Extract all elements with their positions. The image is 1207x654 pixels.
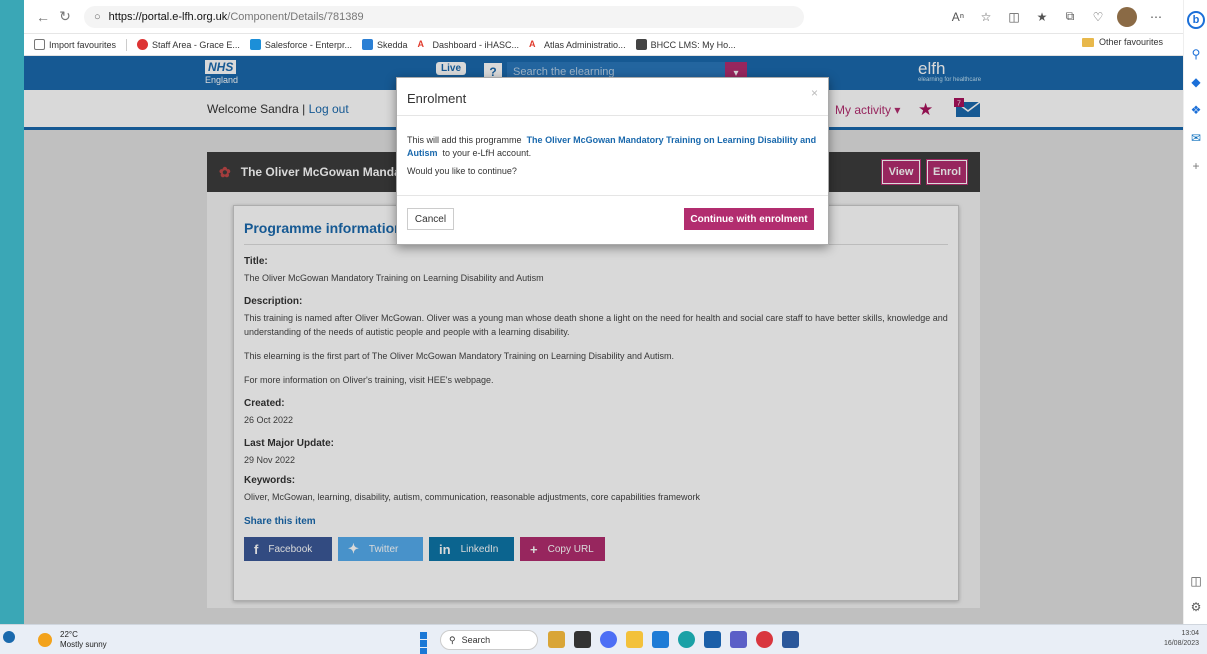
continue-with-enrolment-button[interactable]: Continue with enrolment — [684, 208, 814, 230]
add-icon[interactable]: + — [1184, 152, 1207, 180]
lock-icon: ○ — [94, 10, 101, 23]
file-explorer-icon[interactable] — [626, 631, 643, 648]
weather-text: 22°C Mostly sunny — [60, 630, 107, 650]
other-favourites[interactable]: Other favourites — [1081, 37, 1163, 47]
app-icon[interactable] — [756, 631, 773, 648]
taskbar-search-label: Search — [461, 635, 491, 645]
read-aloud-icon[interactable]: Aⁿ — [949, 8, 967, 26]
more-menu-icon[interactable]: ⋯ — [1147, 8, 1165, 26]
taskbar: 22°C Mostly sunny ⚲ Search 13:04 16/08/2023 — [0, 624, 1207, 654]
app-icon[interactable] — [652, 631, 669, 648]
close-icon[interactable]: × — [811, 86, 818, 100]
browser-toolbar: Aⁿ ☆ ◫ ★ ⧉ ♡ ⋯ — [949, 6, 1199, 27]
favourite-label: Salesforce - Enterpr... — [264, 39, 352, 50]
web-page: NHS England Live ? Search the elearning … — [24, 56, 1183, 624]
favourite-ihasc[interactable]: A Dashboard - iHASC... — [417, 39, 519, 50]
favourite-bhcc[interactable]: BHCC LMS: My Ho... — [635, 39, 736, 50]
word-icon[interactable] — [782, 631, 799, 648]
desktop-edge — [0, 0, 24, 624]
url-path: /Component/Details/781389 — [227, 10, 364, 23]
favourite-atlas[interactable]: A Atlas Administratio... — [529, 39, 626, 50]
favourite-skedda[interactable]: Skedda — [361, 39, 408, 50]
favourite-import[interactable]: Import favourites — [34, 39, 116, 50]
dialog-message: This will add this programme The Oliver … — [407, 134, 818, 160]
divider — [126, 38, 128, 51]
sun-icon — [38, 633, 52, 647]
windows-start-icon[interactable] — [420, 632, 435, 654]
temperature: 22°C — [60, 630, 78, 639]
enrolment-dialog: Enrolment × This will add this programme… — [396, 77, 829, 245]
shopping-tag-icon[interactable]: ◆ — [1184, 68, 1207, 96]
app-icon[interactable] — [548, 631, 565, 648]
favourites-bar: Import favourites Staff Area - Grace E..… — [24, 34, 1207, 56]
app-icon[interactable] — [600, 631, 617, 648]
weather-condition: Mostly sunny — [60, 640, 107, 649]
atlas-icon: A — [529, 39, 536, 49]
widgets-icon[interactable] — [3, 631, 15, 643]
dialog-title: Enrolment — [407, 91, 467, 106]
dialog-body: This will add this programme The Oliver … — [397, 116, 828, 196]
skedda-icon — [361, 39, 373, 50]
favourite-label: Import favourites — [49, 39, 117, 50]
folder-icon — [1081, 37, 1094, 47]
bhcc-icon — [635, 39, 647, 50]
sidebar-layout-icon[interactable]: ◫ — [1184, 567, 1207, 595]
search-icon[interactable]: ⚲ — [1184, 40, 1207, 68]
salesforce-icon — [249, 39, 261, 50]
browser-window: ← ↻ ○ https://portal.e-lfh.org.uk/Compon… — [24, 0, 1207, 624]
dialog-question: Would you like to continue? — [407, 166, 517, 176]
favourite-salesforce[interactable]: Salesforce - Enterpr... — [249, 39, 352, 50]
outlook-icon[interactable]: ✉ — [1184, 124, 1207, 152]
url-field[interactable]: ○ https://portal.e-lfh.org.uk/Component/… — [84, 5, 804, 28]
edge-icon[interactable] — [678, 631, 695, 648]
favourite-label: BHCC LMS: My Ho... — [650, 39, 736, 50]
cancel-button[interactable]: Cancel — [407, 208, 454, 230]
refresh-icon[interactable]: ↻ — [54, 6, 76, 28]
address-bar-row: ← ↻ ○ https://portal.e-lfh.org.uk/Compon… — [24, 0, 1207, 34]
favourite-star-icon[interactable]: ☆ — [977, 8, 995, 26]
back-icon[interactable]: ← — [32, 6, 54, 28]
profile-avatar[interactable] — [1117, 6, 1137, 27]
edge-sidebar: b ⚲ ◆ ❖ ✉ + ◫ ⚙ — [1183, 0, 1207, 624]
settings-icon[interactable]: ⚙ — [1184, 593, 1207, 621]
dialog-header: Enrolment × — [397, 78, 828, 116]
ihasc-icon: A — [417, 39, 424, 49]
favourite-label: Skedda — [376, 39, 408, 50]
import-icon — [34, 39, 45, 50]
favourite-label: Staff Area - Grace E... — [152, 39, 240, 50]
staff-area-icon — [137, 39, 149, 50]
other-favourites-label: Other favourites — [1098, 37, 1163, 47]
favourite-label: Dashboard - iHASC... — [432, 39, 520, 50]
favourite-label: Atlas Administratio... — [544, 39, 626, 50]
message-suffix: to your e-LfH account. — [442, 148, 532, 158]
taskbar-apps — [548, 631, 799, 648]
teams-icon[interactable] — [730, 631, 747, 648]
app-icon[interactable] — [704, 631, 721, 648]
dialog-footer: Cancel Continue with enrolment — [397, 196, 828, 244]
message-prefix: This will add this programme — [407, 135, 522, 145]
bing-chat-icon[interactable]: b — [1184, 0, 1207, 40]
clock[interactable]: 13:04 16/08/2023 — [1164, 629, 1199, 649]
favourite-staff-area[interactable]: Staff Area - Grace E... — [137, 39, 240, 50]
url-host: https://portal.e-lfh.org.uk — [108, 10, 228, 23]
collections-icon[interactable]: ⧉ — [1061, 8, 1079, 26]
weather-widget[interactable]: 22°C Mostly sunny — [38, 630, 107, 650]
tools-icon[interactable]: ❖ — [1184, 96, 1207, 124]
time: 13:04 — [1181, 630, 1199, 637]
health-icon[interactable]: ♡ — [1089, 8, 1107, 26]
taskbar-search[interactable]: ⚲ Search — [440, 630, 538, 650]
split-screen-icon[interactable]: ◫ — [1005, 8, 1023, 26]
date: 16/08/2023 — [1163, 640, 1199, 647]
app-icon[interactable] — [574, 631, 591, 648]
search-icon: ⚲ — [449, 634, 456, 645]
favourites-icon[interactable]: ★ — [1033, 8, 1051, 26]
